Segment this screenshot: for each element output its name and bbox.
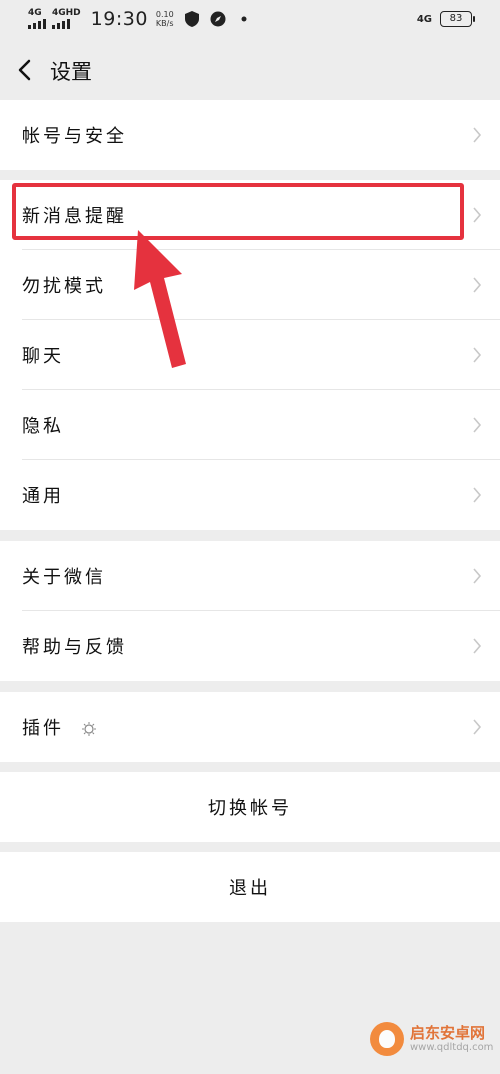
shield-icon [184,11,200,27]
watermark-url: www.qdltdq.com [410,1041,494,1053]
page-title: 设置 [50,60,92,84]
settings-item-privacy[interactable]: 隐私 [0,390,500,460]
signal-sim1-label: 4G [28,8,42,18]
chevron-right-icon [473,638,482,654]
network-type-label: 4G [416,13,432,25]
signal-bars-icon [52,19,70,29]
status-time: 19:30 [90,8,148,30]
logout-button[interactable]: 退出 [0,852,500,922]
logout-card: 退出 [0,852,500,922]
switch-account-button[interactable]: 切换帐号 [0,772,500,842]
battery-icon: 83 [440,11,475,27]
status-bar: 4G 4GHD 19:30 0.10 KB/s 4G 83 [0,0,500,40]
settings-item-general[interactable]: 通用 [0,460,500,530]
battery-level: 83 [449,13,463,24]
chevron-right-icon [473,277,482,293]
settings-item-label: 关于微信 [22,567,106,588]
settings-item-label: 勿扰模式 [22,276,106,297]
chevron-right-icon [473,568,482,584]
settings-item-plugins[interactable]: 插件 [0,692,500,762]
plugin-bulb-icon [81,722,96,736]
network-speed-unit: KB/s [155,19,174,28]
signal-sim2: 4GHD [52,9,81,29]
signal-bars-icon [28,19,46,29]
signal-sim2-label: 4GHD [52,8,81,18]
back-button[interactable] [14,55,38,85]
settings-item-label: 通用 [22,486,64,507]
settings-item-label: 帐号与安全 [22,126,127,147]
switch-account-card: 切换帐号 [0,772,500,842]
chevron-right-icon [473,127,482,143]
watermark-name: 启东安卓网 [410,1023,486,1042]
plugins-label-text: 插件 [22,718,64,739]
chevron-left-icon [18,59,31,81]
chevron-right-icon [473,347,482,363]
watermark-text: 启东安卓网 www.qdltdq.com [410,1023,494,1054]
settings-item-label: 隐私 [22,416,64,437]
status-left: 4G 4GHD 19:30 0.10 KB/s [28,8,252,30]
pointer-arrow-icon [134,230,186,368]
logout-label: 退出 [229,878,271,899]
settings-item-label: 插件 [22,714,97,740]
watermark: 启东安卓网 www.qdltdq.com [370,1022,493,1056]
settings-item-account-security[interactable]: 帐号与安全 [0,100,500,170]
settings-group-about: 关于微信 帮助与反馈 [0,541,500,681]
settings-group-plugins: 插件 [0,692,500,762]
settings-group-account: 帐号与安全 [0,100,500,170]
chevron-right-icon [473,487,482,503]
highlight-box [12,183,464,240]
settings-item-about-wechat[interactable]: 关于微信 [0,541,500,611]
signal-sim1: 4G [28,9,46,29]
compass-icon [210,11,226,27]
network-speed: 0.10 KB/s [156,10,174,28]
status-right: 4G 83 [416,11,475,27]
chevron-right-icon [473,207,482,223]
network-speed-value: 0.10 [155,10,174,19]
settings-item-do-not-disturb[interactable]: 勿扰模式 [0,250,500,320]
settings-item-help-feedback[interactable]: 帮助与反馈 [0,611,500,681]
switch-account-label: 切换帐号 [208,798,292,819]
settings-item-label: 帮助与反馈 [22,637,127,658]
settings-item-chat[interactable]: 聊天 [0,320,500,390]
nav-header: 设置 [0,40,500,100]
chevron-right-icon [473,719,482,735]
dot-icon [236,11,252,27]
chevron-right-icon [473,417,482,433]
watermark-logo-icon [370,1022,404,1056]
settings-item-label: 聊天 [22,346,64,367]
